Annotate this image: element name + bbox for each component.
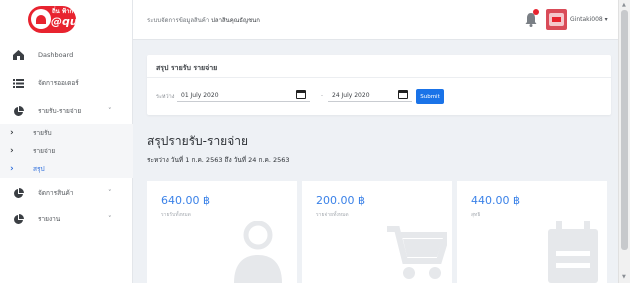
- logo-badge: ถิ่น ฟ้าก @qua: [28, 6, 76, 33]
- sidebar-item-label: Dashboard: [38, 51, 74, 59]
- expense-card: 200.00 ฿ รายจ่ายทั้งหมด: [302, 181, 452, 283]
- calendar-icon[interactable]: [398, 90, 408, 99]
- heart-icon: [31, 9, 51, 29]
- date-range-label: ระหว่าง: [156, 94, 175, 100]
- end-date-value: 24 July 2020: [332, 92, 370, 99]
- sidebar-item-reports[interactable]: รายงาน ˅: [0, 206, 133, 232]
- chevron-right-icon: ›: [10, 128, 14, 138]
- income-amount: 640.00 ฿: [161, 194, 210, 207]
- pie-chart-icon: [12, 213, 24, 225]
- sidebar-item-products[interactable]: จัดการสินค้า ˅: [0, 180, 133, 206]
- sidebar: ถิ่น ฟ้าก @qua Dashboard จัดการออเดอร์ ร…: [0, 0, 133, 283]
- sidebar-subitem-label: รายจ่าย: [33, 147, 56, 155]
- chevron-down-icon: ˅: [108, 107, 112, 115]
- filter-card-header: สรุป รายรับ รายจ่าย: [147, 55, 611, 78]
- scroll-up-icon[interactable]: ▲: [622, 2, 626, 8]
- income-label: รายรับทั้งหมด: [161, 212, 191, 218]
- chevron-down-icon: ˅: [108, 215, 112, 223]
- logo-brand-text: @qua: [51, 15, 76, 28]
- system-subtitle-text: ปลาสินคุณธัญชนก: [211, 17, 260, 24]
- net-label: สุทธิ: [471, 212, 481, 218]
- net-amount: 440.00 ฿: [471, 194, 520, 207]
- calendar-icon: [548, 221, 598, 283]
- scroll-down-icon[interactable]: ▼: [622, 274, 626, 280]
- page-scrollbar[interactable]: ▲ ▼: [618, 0, 630, 283]
- top-bar: ระบบจัดการข้อมูลสินค้า ปลาสินคุณธัญชนก G…: [133, 0, 618, 40]
- expense-amount: 200.00 ฿: [316, 194, 365, 207]
- sidebar-item-label: จัดการออเดอร์: [38, 79, 79, 87]
- sidebar-item-label: รายงาน: [38, 215, 61, 223]
- sidebar-subitem-label: สรุป: [33, 165, 45, 173]
- filter-card: สรุป รายรับ รายจ่าย ระหว่าง 01 July 2020…: [147, 55, 611, 115]
- date-separator: -: [321, 93, 323, 99]
- user-icon: [234, 221, 282, 283]
- sidebar-item-income-expense[interactable]: รายรับ-รายจ่าย ˅: [0, 98, 133, 124]
- sidebar-subitem-expense[interactable]: › รายจ่าย: [0, 142, 133, 160]
- sidebar-item-label: จัดการสินค้า: [38, 189, 74, 197]
- net-card: 440.00 ฿ สุทธิ: [457, 181, 607, 283]
- sidebar-item-label: รายรับ-รายจ่าย: [38, 107, 82, 115]
- chevron-right-icon: ›: [10, 146, 14, 156]
- user-menu[interactable]: Gintaki008 ▾: [570, 16, 608, 23]
- income-card: 640.00 ฿ รายรับทั้งหมด: [147, 181, 297, 283]
- sidebar-item-orders[interactable]: จัดการออเดอร์: [0, 70, 133, 96]
- start-date-value: 01 July 2020: [181, 92, 219, 99]
- logo-small-text: ถิ่น ฟ้าก: [52, 8, 74, 15]
- sidebar-subitem-income[interactable]: › รายรับ: [0, 124, 133, 142]
- filter-card-title: สรุป รายรับ รายจ่าย: [156, 64, 218, 72]
- summary-range-text: ระหว่าง วันที่ 1 ก.ค. 2563 ถึง วันที่ 24…: [147, 156, 290, 164]
- brand-logo[interactable]: ถิ่น ฟ้าก @qua: [28, 6, 76, 33]
- start-date-field[interactable]: 01 July 2020: [177, 89, 310, 102]
- system-title: ระบบจัดการข้อมูลสินค้า ปลาสินคุณธัญชนก: [147, 15, 260, 25]
- cart-icon: [387, 226, 447, 279]
- avatar[interactable]: [546, 9, 567, 30]
- chevron-down-icon: ˅: [108, 189, 112, 197]
- chevron-right-icon: ›: [10, 164, 14, 174]
- calendar-icon[interactable]: [296, 90, 306, 99]
- expense-label: รายจ่ายทั้งหมด: [316, 212, 349, 218]
- system-title-text: ระบบจัดการข้อมูลสินค้า: [147, 17, 210, 24]
- sidebar-item-dashboard[interactable]: Dashboard: [0, 42, 133, 68]
- sidebar-subitem-label: รายรับ: [33, 129, 52, 137]
- dashboard-icon: [12, 49, 24, 61]
- sidebar-subitem-summary[interactable]: › สรุป: [0, 160, 133, 178]
- end-date-field[interactable]: 24 July 2020: [328, 89, 412, 102]
- submit-button[interactable]: Submit: [416, 89, 444, 104]
- pie-chart-icon: [12, 187, 24, 199]
- pie-chart-icon: [12, 105, 24, 117]
- scrollbar-thumb[interactable]: [621, 10, 628, 250]
- notification-dot: [533, 9, 539, 15]
- page-title: สรุปรายรับ-รายจ่าย: [147, 134, 249, 148]
- list-icon: [12, 77, 24, 89]
